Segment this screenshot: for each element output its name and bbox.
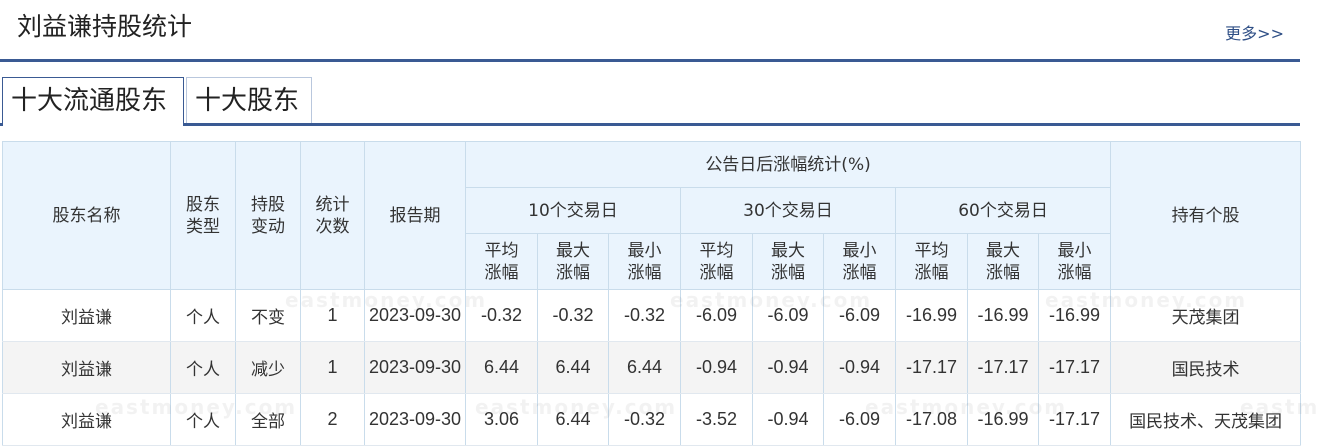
page-title: 刘益谦持股统计 <box>17 12 193 41</box>
col-header-type-label: 股东 类型 <box>186 194 220 237</box>
sub-header-10-min: 最小 涨幅 <box>608 233 681 290</box>
sub-header-label: 平均 涨幅 <box>914 240 949 283</box>
sub-header-30-max: 最大 涨幅 <box>752 233 824 290</box>
return-value-cell: -6.09 <box>823 393 896 446</box>
return-value-cell: 6.44 <box>465 341 538 394</box>
return-value-cell: -16.99 <box>895 289 968 342</box>
return-value-cell: -17.17 <box>1037 341 1112 394</box>
page: 刘益谦持股统计 更多>> 十大流通股东 十大股东 股东名称 股东 类型 持股 变动 … <box>0 0 1317 448</box>
period-header-10: 10个交易日 <box>465 187 681 234</box>
sub-header-label: 最小 涨幅 <box>1057 240 1092 283</box>
sub-header-label: 最大 涨幅 <box>986 240 1020 283</box>
return-value-cell: -16.99 <box>967 393 1039 446</box>
return-value-cell: -17.17 <box>895 341 968 394</box>
return-value-cell: -16.99 <box>1037 289 1112 342</box>
sub-header-label: 最大 涨幅 <box>771 240 805 283</box>
return-value-cell: -17.08 <box>895 393 968 446</box>
return-value-cell: -6.09 <box>680 289 753 342</box>
col-header-name: 股东名称 <box>2 141 171 290</box>
holdings-link-cell[interactable]: 国民技术、天茂集团 <box>1110 393 1302 446</box>
col-header-holdings: 持有个股 <box>1110 141 1302 290</box>
period-header-60: 60个交易日 <box>894 187 1112 234</box>
holder-type-cell: 个人 <box>170 289 236 342</box>
col-header-change-label: 持股 变动 <box>251 194 285 237</box>
return-value-cell: -3.52 <box>680 393 753 446</box>
col-header-count-label: 统计 次数 <box>315 194 350 237</box>
col-header-count: 统计 次数 <box>300 141 365 290</box>
sub-header-30-min: 最小 涨幅 <box>823 233 896 290</box>
holding-change-cell: 减少 <box>235 341 301 394</box>
holdings-link-cell[interactable]: 国民技术 <box>1110 341 1302 394</box>
col-header-change: 持股 变动 <box>235 141 301 290</box>
holder-type-cell: 个人 <box>170 393 236 446</box>
return-value-cell: 3.06 <box>465 393 538 446</box>
more-link[interactable]: 更多>> <box>1225 20 1284 44</box>
table-body: 刘益谦 个人 不变 1 2023-09-30 -0.32 -0.32 -0.32 -6.09 -6… <box>2 289 1302 446</box>
sub-header-10-max: 最大 涨幅 <box>537 233 609 290</box>
col-header-type: 股东 类型 <box>170 141 236 290</box>
holder-type-cell: 个人 <box>170 341 236 394</box>
return-value-cell: -0.32 <box>608 393 681 446</box>
report-period-cell: 2023-09-30 <box>364 289 466 342</box>
return-value-cell: -0.94 <box>680 341 753 394</box>
return-value-cell: -0.32 <box>465 289 538 342</box>
tab-top10-float-holders[interactable]: 十大流通股东 <box>2 77 184 126</box>
sub-header-label: 平均 涨幅 <box>699 240 734 283</box>
tab-top10-holders[interactable]: 十大股东 <box>186 77 312 123</box>
tab-bar: 十大流通股东 十大股东 <box>0 77 1300 126</box>
sub-header-label: 最小 涨幅 <box>842 240 877 283</box>
table-row: 刘益谦 个人 减少 1 2023-09-30 6.44 6.44 6.44 -0.94 -0.94… <box>2 341 1302 394</box>
report-period-cell: 2023-09-30 <box>364 341 466 394</box>
holdings-stats-table: 股东名称 股东 类型 持股 变动 统计 次数 报告期 公告日后涨幅统计(%) 持有个股… <box>2 141 1302 446</box>
stat-count-cell: 2 <box>300 393 365 446</box>
sub-header-60-min: 最小 涨幅 <box>1037 233 1112 290</box>
return-value-cell: -0.94 <box>752 393 824 446</box>
return-value-cell: -6.09 <box>752 289 824 342</box>
stat-count-cell: 1 <box>300 341 365 394</box>
stat-count-cell: 1 <box>300 289 365 342</box>
col-group-header: 公告日后涨幅统计(%) <box>464 141 1112 188</box>
table-row: 刘益谦 个人 全部 2 2023-09-30 3.06 6.44 -0.32 -3.52 -0.9… <box>2 393 1302 446</box>
return-value-cell: 6.44 <box>537 393 609 446</box>
shareholder-name-cell: 刘益谦 <box>2 289 171 342</box>
return-value-cell: -0.94 <box>752 341 824 394</box>
return-value-cell: -0.32 <box>608 289 681 342</box>
sub-header-30-avg: 平均 涨幅 <box>680 233 753 290</box>
sub-header-10-avg: 平均 涨幅 <box>465 233 538 290</box>
shareholder-name-cell: 刘益谦 <box>2 341 171 394</box>
return-value-cell: 6.44 <box>608 341 681 394</box>
return-value-cell: 6.44 <box>537 341 609 394</box>
shareholder-name-cell: 刘益谦 <box>2 393 171 446</box>
return-value-cell: -17.17 <box>967 341 1039 394</box>
holding-change-cell: 不变 <box>235 289 301 342</box>
section-header: 刘益谦持股统计 更多>> <box>0 0 1300 62</box>
sub-header-label: 最大 涨幅 <box>556 240 590 283</box>
return-value-cell: -0.94 <box>823 341 896 394</box>
period-header-30: 30个交易日 <box>680 187 896 234</box>
col-header-period: 报告期 <box>364 141 466 290</box>
holding-change-cell: 全部 <box>235 393 301 446</box>
return-value-cell: -17.17 <box>1037 393 1112 446</box>
sub-header-label: 平均 涨幅 <box>484 240 519 283</box>
table-row: 刘益谦 个人 不变 1 2023-09-30 -0.32 -0.32 -0.32 -6.09 -6… <box>2 289 1302 342</box>
sub-header-label: 最小 涨幅 <box>627 240 662 283</box>
report-period-cell: 2023-09-30 <box>364 393 466 446</box>
return-value-cell: -16.99 <box>967 289 1039 342</box>
return-value-cell: -6.09 <box>823 289 896 342</box>
sub-header-60-avg: 平均 涨幅 <box>895 233 968 290</box>
holdings-link-cell[interactable]: 天茂集团 <box>1110 289 1302 342</box>
sub-header-60-max: 最大 涨幅 <box>967 233 1039 290</box>
return-value-cell: -0.32 <box>537 289 609 342</box>
